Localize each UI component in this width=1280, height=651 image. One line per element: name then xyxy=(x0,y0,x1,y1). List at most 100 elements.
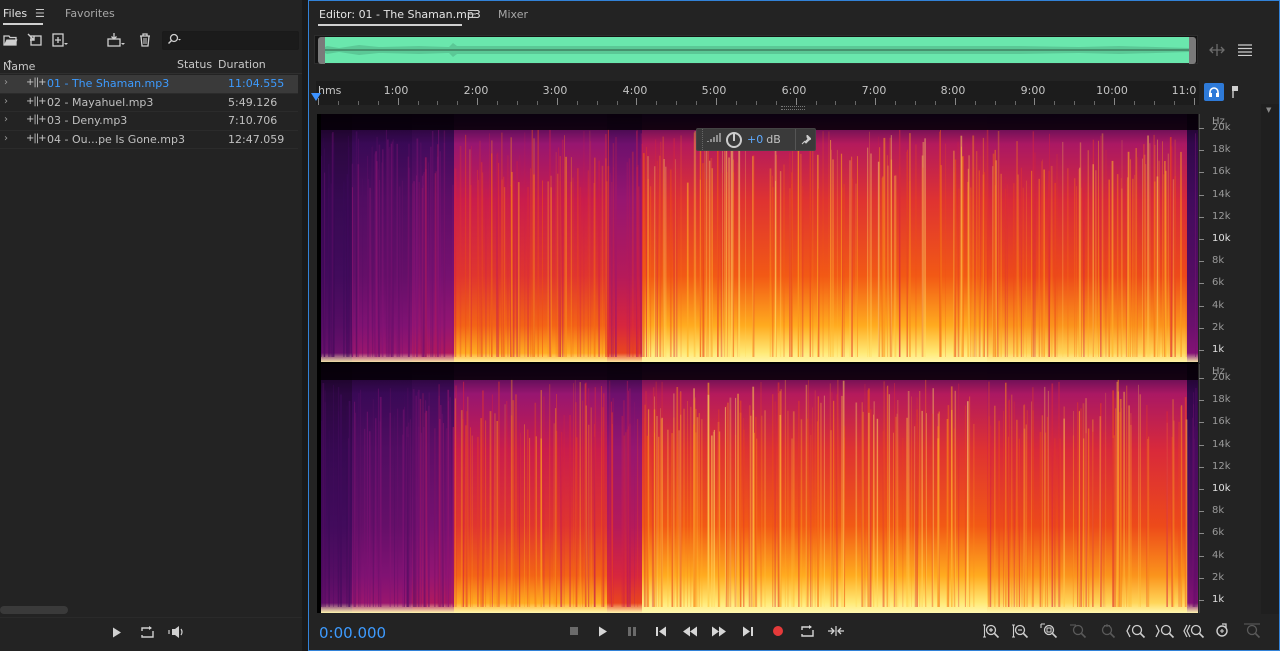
preview-volume-icon[interactable] xyxy=(167,622,187,642)
search-input[interactable] xyxy=(183,33,295,48)
files-panel: Files ☰ Favorites Name ↑ Status Duration… xyxy=(0,0,302,651)
skip-to-start-icon[interactable] xyxy=(650,621,672,641)
frequency-label: 6k xyxy=(1212,527,1225,539)
file-row-03[interactable]: › +||+ 03 - Deny.mp3 7:10.706 xyxy=(0,112,298,131)
expand-chevron-icon[interactable]: › xyxy=(4,114,8,125)
file-row-01[interactable]: › +||+ 01 - The Shaman.mp3 11:04.555 xyxy=(0,75,298,94)
stop-icon[interactable] xyxy=(563,621,585,641)
zoom-out-time-icon[interactable] xyxy=(1153,621,1177,641)
search-field[interactable] xyxy=(162,31,299,50)
ruler-resize-grip[interactable] xyxy=(781,106,805,110)
horizontal-scrollbar[interactable] xyxy=(0,606,68,614)
ruler-minor-tick xyxy=(934,101,936,105)
zoom-out-amplitude-icon[interactable] xyxy=(1008,621,1032,641)
file-name: 04 - Ou...pe Is Gone.mp3 xyxy=(47,132,185,146)
zoom-in-amplitude-icon[interactable] xyxy=(979,621,1003,641)
column-duration-header[interactable]: Duration xyxy=(218,58,266,71)
ruler-label: 5:00 xyxy=(701,84,727,97)
editor-options-icon[interactable] xyxy=(1234,39,1256,61)
ruler-minor-tick xyxy=(417,101,419,105)
tab-favorites[interactable]: Favorites xyxy=(65,7,115,20)
rewind-icon[interactable] xyxy=(679,621,701,641)
frequency-axis-right[interactable]: Hz 20k 18k 16k 14k 12k 10k 8k 6k 4k 2k 1k xyxy=(1199,364,1267,613)
frequency-tick xyxy=(1199,172,1204,174)
file-duration: 11:04.555 xyxy=(228,77,285,90)
skip-to-end-icon[interactable] xyxy=(737,621,759,641)
zoom-out-full-icon[interactable] xyxy=(1182,621,1206,641)
tab-editor[interactable]: Editor: 01 - The Shaman.mp3 xyxy=(319,8,481,21)
play-icon[interactable] xyxy=(592,621,614,641)
scroll-down-arrow-icon[interactable]: ▼ xyxy=(1266,106,1271,114)
hud-drag-grip[interactable] xyxy=(697,129,703,150)
new-file-icon[interactable] xyxy=(50,30,70,50)
current-time-display[interactable]: 0:00.000 xyxy=(319,624,386,642)
zoom-to-selection-icon[interactable] xyxy=(1206,39,1228,61)
ruler-major-tick xyxy=(716,98,717,105)
expand-chevron-icon[interactable]: › xyxy=(4,96,8,107)
ruler-minor-tick xyxy=(337,101,339,105)
preview-loop-icon[interactable] xyxy=(137,622,157,642)
pin-hud-icon[interactable] xyxy=(795,129,815,150)
frequency-tick xyxy=(1199,400,1204,402)
fast-forward-icon[interactable] xyxy=(708,621,730,641)
ruler-minor-tick xyxy=(1094,101,1096,105)
frequency-tick xyxy=(1199,194,1204,196)
frequency-tick xyxy=(1199,511,1204,513)
overview-waveform[interactable] xyxy=(318,37,1196,64)
preview-play-icon[interactable] xyxy=(107,622,127,642)
file-list: › +||+ 01 - The Shaman.mp3 11:04.555 › +… xyxy=(0,75,298,149)
frequency-tick xyxy=(1199,466,1204,468)
frequency-label: 8k xyxy=(1212,505,1225,517)
frequency-tick xyxy=(1199,283,1204,285)
marker-pin-icon[interactable] xyxy=(1225,83,1245,101)
frequency-tick xyxy=(1199,305,1204,307)
time-ruler[interactable]: hms 1:00 2:00 3:00 4:00 5:00 6:00 7:00 8… xyxy=(316,81,1199,105)
overview-left-handle[interactable] xyxy=(318,37,325,64)
panel-menu-icon[interactable]: ☰ xyxy=(35,7,45,20)
file-row-02[interactable]: › +||+ 02 - Mayahuel.mp3 5:49.126 xyxy=(0,94,298,112)
zoom-to-time-icon[interactable] xyxy=(1240,621,1264,641)
frequency-label: 2k xyxy=(1212,321,1225,333)
file-row-04[interactable]: › +||+ 04 - Ou...pe Is Gone.mp3 12:47.05… xyxy=(0,131,298,149)
ruler-minor-tick xyxy=(676,101,678,105)
pause-icon[interactable] xyxy=(621,621,643,641)
volume-knob[interactable] xyxy=(726,131,742,148)
expand-chevron-icon[interactable]: › xyxy=(4,133,8,144)
ruler-minor-tick xyxy=(1074,101,1076,105)
delete-icon[interactable] xyxy=(135,30,155,50)
ruler-minor-tick xyxy=(656,101,658,105)
spectrogram-channel-right[interactable] xyxy=(317,364,1198,613)
reset-zoom-icon[interactable] xyxy=(1211,621,1235,641)
expand-chevron-icon[interactable]: › xyxy=(4,77,8,88)
ruler-minor-tick xyxy=(974,101,976,105)
import-icon[interactable] xyxy=(25,30,45,50)
overview-right-handle[interactable] xyxy=(1189,37,1196,64)
loop-playback-icon[interactable] xyxy=(796,621,818,641)
tab-mixer[interactable]: Mixer xyxy=(498,8,528,21)
frequency-axis-left[interactable]: Hz 20k 18k 16k 14k 12k 10k 8k 6k 4k 2k 1k xyxy=(1199,114,1267,363)
volume-value[interactable]: +0 xyxy=(747,133,763,146)
column-name-header[interactable]: Name ↑ xyxy=(3,58,35,73)
spectrogram-channel-left[interactable] xyxy=(317,114,1198,363)
open-folder-icon[interactable] xyxy=(0,30,20,50)
record-icon[interactable] xyxy=(767,621,789,641)
ruler-major-tick xyxy=(477,98,479,105)
loop-monitor-icon[interactable] xyxy=(1204,83,1224,101)
zoom-in-frequency-icon[interactable] xyxy=(1066,621,1090,641)
column-status-header[interactable]: Status xyxy=(177,58,212,71)
zoom-out-frequency-icon[interactable] xyxy=(1095,621,1119,641)
zoom-to-selection-icon[interactable] xyxy=(1037,621,1061,641)
zoom-in-time-icon[interactable] xyxy=(1124,621,1148,641)
active-tab-indicator xyxy=(318,24,462,26)
ruler-label: 1:00 xyxy=(383,84,409,97)
insert-into-multitrack-icon[interactable] xyxy=(106,30,126,50)
playhead-marker[interactable] xyxy=(311,93,321,104)
ruler-major-tick xyxy=(556,98,558,105)
skip-selection-icon[interactable] xyxy=(825,621,847,641)
tab-files[interactable]: Files xyxy=(3,7,27,20)
audio-waveform-icon: +||+ xyxy=(26,132,46,144)
overview-navigator[interactable] xyxy=(314,35,1198,64)
frequency-label: 16k xyxy=(1212,416,1231,428)
panel-menu-icon[interactable]: ☰ xyxy=(467,8,477,21)
vertical-zoom-scrollbar[interactable]: ▼ xyxy=(1261,104,1279,614)
